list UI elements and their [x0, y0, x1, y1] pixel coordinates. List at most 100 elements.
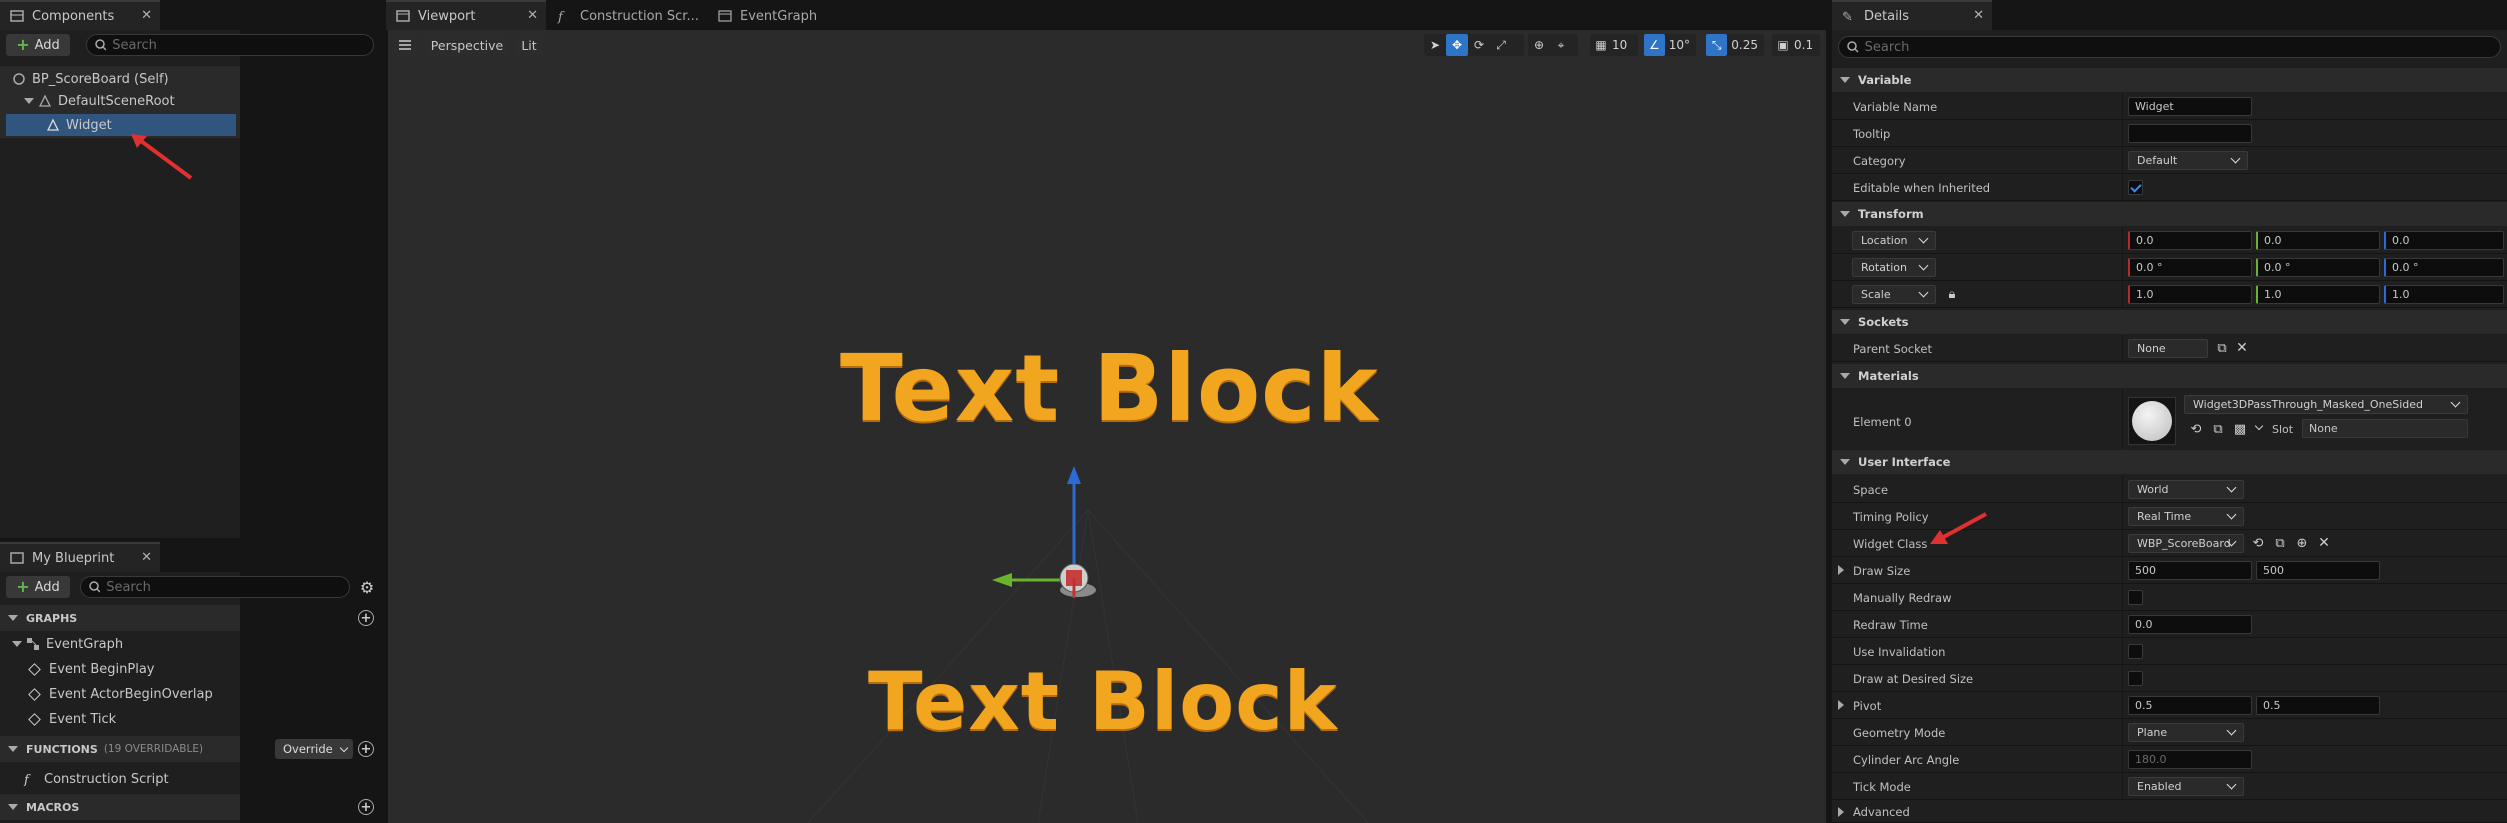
rotation-dropdown[interactable]: Rotation	[1852, 258, 1936, 277]
search-input[interactable]	[112, 37, 373, 53]
section-graphs[interactable]: GRAPHS +	[0, 605, 374, 631]
scale-z[interactable]: 1.0	[2384, 285, 2504, 304]
scale-x[interactable]: 1.0	[2128, 285, 2252, 304]
use-selected-icon[interactable]: ⟲	[2250, 535, 2266, 551]
pivot-y[interactable]: 0.5	[2256, 696, 2380, 715]
section-user-interface[interactable]: User Interface	[1832, 450, 2507, 474]
expand-arrow-icon[interactable]	[1838, 565, 1844, 575]
expand-arrow-icon[interactable]	[8, 804, 18, 810]
override-dropdown[interactable]: Override	[275, 739, 353, 759]
geometry-dropdown[interactable]: Plane	[2128, 723, 2244, 742]
tab-viewport[interactable]: Viewport ✕	[386, 0, 546, 30]
add-blueprint-button[interactable]: + Add	[6, 576, 70, 598]
tree-item-default-scene-root[interactable]: DefaultSceneRoot	[6, 90, 234, 112]
add-icon[interactable]: ⊕	[2294, 535, 2310, 551]
add-macro-icon[interactable]: +	[358, 799, 374, 815]
camera-speed[interactable]: ▣ 0.1	[1772, 34, 1820, 56]
slot-field[interactable]: None	[2302, 419, 2468, 438]
details-search[interactable]	[1838, 36, 2501, 58]
surface-snap-icon[interactable]: ⌖	[1550, 34, 1572, 56]
tooltip-input[interactable]	[2128, 124, 2252, 143]
location-x[interactable]: 0.0	[2128, 231, 2252, 250]
material-thumbnail[interactable]	[2128, 397, 2176, 445]
add-component-button[interactable]: + Add	[6, 34, 70, 56]
timing-dropdown[interactable]: Real Time	[2128, 507, 2244, 526]
tick-mode-dropdown[interactable]: Enabled	[2128, 777, 2244, 796]
settings-gear-icon[interactable]: ⚙	[356, 576, 378, 598]
rotation-y[interactable]: 0.0 °	[2256, 258, 2380, 277]
space-dropdown[interactable]: World	[2128, 480, 2244, 499]
widget-class-dropdown[interactable]: WBP_ScoreBoard	[2128, 534, 2244, 553]
redraw-time-input[interactable]: 0.0	[2128, 615, 2252, 634]
use-invalidation-checkbox[interactable]	[2128, 644, 2143, 659]
grid-snap[interactable]: ▦ 10	[1590, 34, 1638, 56]
expand-arrow-icon[interactable]	[1840, 77, 1850, 83]
tab-construction-script[interactable]: f Construction Scr...	[548, 0, 708, 30]
clear-icon[interactable]: ✕	[2316, 535, 2332, 551]
section-functions[interactable]: FUNCTIONS (19 OVERRIDABLE) Override +	[0, 736, 374, 762]
text-block-top[interactable]: Text Block	[840, 335, 1379, 442]
section-transform[interactable]: Transform	[1832, 202, 2507, 226]
clear-icon[interactable]: ✕	[2234, 340, 2250, 356]
draw-size-x[interactable]: 500	[2128, 561, 2252, 580]
components-search[interactable]	[86, 34, 374, 56]
rotation-z[interactable]: 0.0 °	[2384, 258, 2504, 277]
use-selected-icon[interactable]: ⟲	[2188, 421, 2204, 437]
viewport-canvas[interactable]: Text Block Text Block	[388, 30, 1826, 823]
section-sockets[interactable]: Sockets	[1832, 310, 2507, 334]
tab-details[interactable]: ✎ Details ✕	[1832, 0, 1992, 30]
tree-item-self[interactable]: BP_ScoreBoard (Self)	[6, 68, 234, 90]
my-blueprint-search[interactable]	[80, 576, 350, 598]
close-icon[interactable]: ✕	[141, 8, 152, 23]
section-variable[interactable]: Variable	[1832, 68, 2507, 92]
expand-arrow-icon[interactable]	[1840, 211, 1850, 217]
pivot-x[interactable]: 0.5	[2128, 696, 2252, 715]
expand-arrow-icon[interactable]	[1838, 807, 1844, 817]
event-item-beginplay[interactable]: Event BeginPlay	[28, 658, 155, 680]
text-block-bottom[interactable]: Text Block	[868, 655, 1338, 748]
tab-my-blueprint[interactable]: My Blueprint ✕	[0, 542, 160, 572]
variable-name-input[interactable]: Widget	[2128, 97, 2252, 116]
rotate-icon[interactable]: ⟳	[1468, 34, 1490, 56]
add-graph-icon[interactable]: +	[358, 610, 374, 626]
expand-arrow-icon[interactable]	[1840, 373, 1850, 379]
close-icon[interactable]: ✕	[141, 550, 152, 565]
browse-icon[interactable]: ⧉	[2210, 421, 2226, 437]
select-icon[interactable]: ➤	[1424, 34, 1446, 56]
event-item-tick[interactable]: Event Tick	[28, 708, 116, 730]
translate-icon[interactable]: ✥	[1446, 34, 1468, 56]
expand-arrow-icon[interactable]	[1840, 319, 1850, 325]
expand-arrow-icon[interactable]	[1838, 700, 1844, 710]
material-options-icon[interactable]: ▩	[2232, 421, 2248, 437]
scale-dropdown[interactable]: Scale	[1852, 285, 1936, 304]
expand-arrow-icon[interactable]	[1840, 459, 1850, 465]
draw-size-y[interactable]: 500	[2256, 561, 2380, 580]
category-dropdown[interactable]: Default	[2128, 151, 2248, 170]
graph-item-eventgraph[interactable]: EventGraph	[12, 633, 123, 655]
browse-icon[interactable]: ⧉	[2272, 535, 2288, 551]
scale-icon[interactable]: ⤢	[1490, 34, 1512, 56]
draw-desired-checkbox[interactable]	[2128, 671, 2143, 686]
perspective-button[interactable]: Perspective	[425, 34, 509, 56]
transform-gizmo-icon[interactable]	[986, 460, 1126, 610]
location-dropdown[interactable]: Location	[1852, 231, 1936, 250]
add-function-icon[interactable]: +	[358, 741, 374, 757]
close-icon[interactable]: ✕	[1973, 8, 1984, 23]
section-macros[interactable]: MACROS +	[0, 794, 374, 820]
expand-arrow-icon[interactable]	[12, 641, 22, 647]
expand-arrow-icon[interactable]	[8, 746, 18, 752]
location-y[interactable]: 0.0	[2256, 231, 2380, 250]
close-icon[interactable]: ✕	[527, 8, 538, 23]
event-item-actorbeginoverlap[interactable]: Event ActorBeginOverlap	[28, 683, 213, 705]
search-input[interactable]	[1864, 39, 2500, 55]
tab-eventgraph[interactable]: EventGraph	[708, 0, 838, 30]
rotation-snap[interactable]: ∠ 10°	[1644, 34, 1696, 56]
function-item-construction-script[interactable]: f Construction Script	[22, 768, 169, 790]
viewport-menu-button[interactable]	[394, 34, 416, 56]
world-space-icon[interactable]: ⊕	[1528, 34, 1550, 56]
expand-arrow-icon[interactable]	[24, 98, 34, 104]
manually-redraw-checkbox[interactable]	[2128, 590, 2143, 605]
section-materials[interactable]: Materials	[1832, 364, 2507, 388]
rotation-x[interactable]: 0.0 °	[2128, 258, 2252, 277]
material-dropdown[interactable]: Widget3DPassThrough_Masked_OneSided	[2184, 395, 2468, 414]
